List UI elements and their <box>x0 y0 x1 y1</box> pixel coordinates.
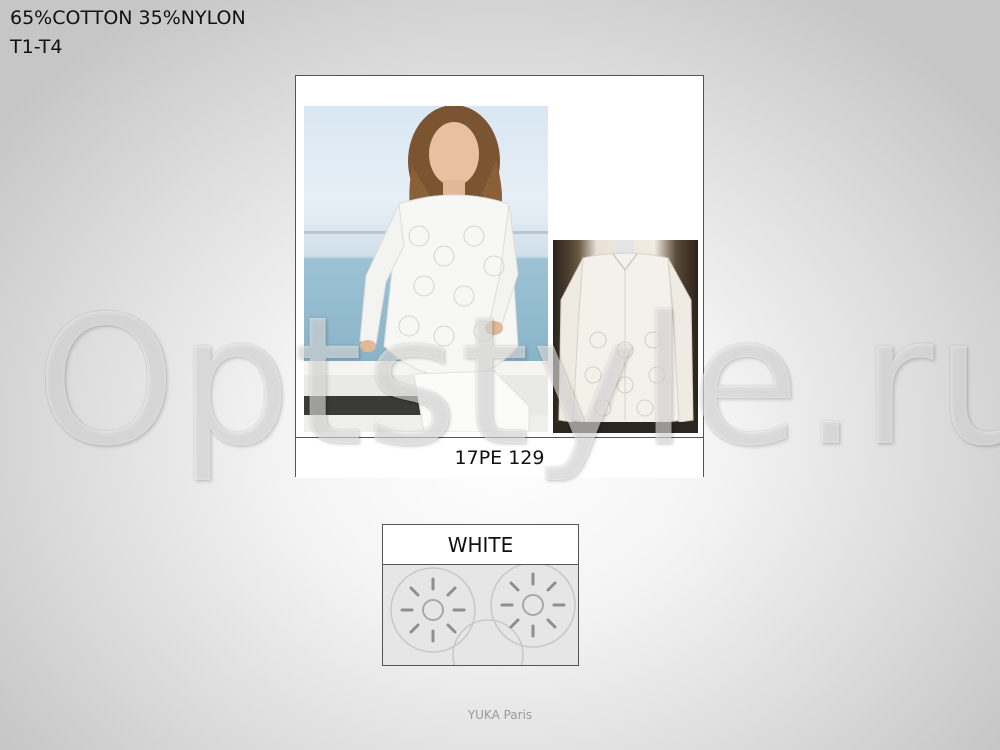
composition-text: 65%COTTON 35%NYLON <box>10 7 246 29</box>
color-card: WHITE <box>382 524 579 666</box>
lace-swatch <box>383 565 578 665</box>
model-photo <box>304 106 548 432</box>
size-range-text: T1-T4 <box>10 36 63 58</box>
fabric-info: 65%COTTON 35%NYLON T1-T4 <box>10 4 246 62</box>
product-photo <box>553 240 698 433</box>
color-name: WHITE <box>383 525 578 565</box>
product-card: 17PE 129 <box>295 75 704 478</box>
style-code: 17PE 129 <box>296 437 703 478</box>
brand-footer: YUKA Paris <box>467 708 533 722</box>
